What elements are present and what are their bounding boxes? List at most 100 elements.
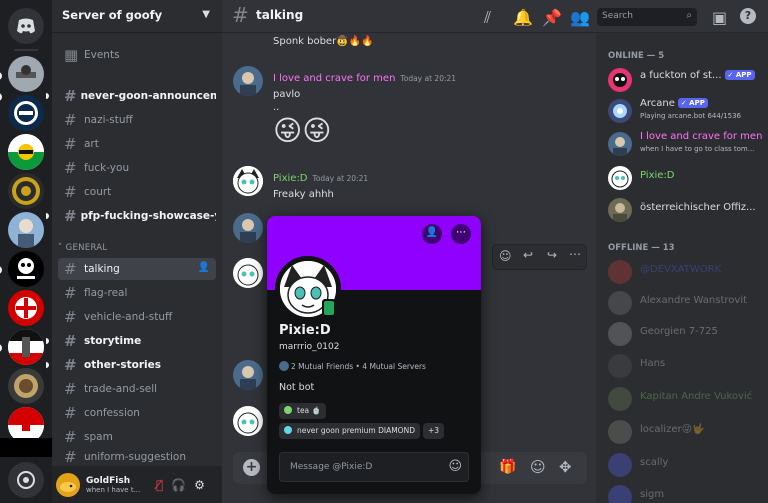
add-friend-icon[interactable]: 👤 [422, 224, 442, 244]
member-activity: Playing arcane.bot 644/1536 [640, 112, 741, 120]
sticker-icon[interactable]: ☺ [530, 458, 546, 476]
channel-trade-and-sell[interactable]: # trade-and-sell [58, 378, 216, 400]
hash-icon: # [64, 404, 77, 422]
server-icon-saxony[interactable] [8, 134, 44, 170]
channel-pfp-showcase[interactable]: #pfp-fucking-showcase-y... [58, 205, 216, 227]
pin-icon[interactable]: 📌 [542, 8, 562, 27]
server-icon-panzer[interactable] [8, 95, 44, 131]
user-info[interactable]: GoldFish when I have t... [86, 476, 148, 494]
member-item[interactable]: Georgien 7-725 [608, 320, 768, 348]
member-item[interactable]: localizer😜🤟 [608, 418, 768, 446]
gift-icon[interactable]: 🎁 [499, 459, 516, 475]
server-icon-emblem[interactable] [8, 173, 44, 209]
avatar[interactable] [233, 360, 263, 390]
channel-never-goon-announcements[interactable]: # never-goon-announcem... [58, 85, 216, 107]
member-item[interactable]: Pixie:D [608, 164, 768, 192]
profile-bio: Not bot [279, 382, 315, 393]
headphones-icon[interactable]: 🎧 [171, 478, 186, 492]
channel-label: talking [84, 263, 120, 275]
avatar[interactable] [233, 258, 263, 288]
member-item[interactable]: Kapitan Andre Vuković [608, 385, 768, 413]
add-reaction-icon[interactable]: ☺ [499, 249, 512, 263]
server-icon-skull[interactable] [8, 251, 44, 287]
member-item[interactable]: österreichischer Offiz... [608, 196, 768, 224]
help-icon[interactable]: ? [740, 8, 756, 24]
more-roles-button[interactable]: +3 [423, 423, 445, 439]
avatar[interactable] [56, 472, 80, 497]
popout-message-input[interactable]: Message @Pixie:D ☺ [279, 452, 469, 482]
channel-court[interactable]: # court [58, 181, 216, 203]
forward-icon[interactable]: ↪ [547, 248, 557, 262]
user-status: when I have t... [86, 485, 141, 494]
server-icon-figure[interactable] [8, 212, 44, 248]
avatar [608, 68, 632, 92]
add-member-icon[interactable]: 👤 [198, 262, 210, 273]
reply-icon[interactable]: ↩ [523, 248, 533, 262]
member-item[interactable]: I love and crave for men when I have to … [608, 130, 768, 158]
server-icon-circle[interactable] [8, 368, 44, 404]
avatar [608, 322, 632, 346]
discover-button[interactable] [8, 462, 44, 498]
home-button[interactable] [8, 8, 44, 44]
server-icon-cross[interactable] [8, 290, 44, 326]
member-item[interactable]: Hans [608, 352, 768, 380]
role-pill[interactable]: tea 🍵 [279, 403, 326, 419]
member-item[interactable]: scally [608, 451, 768, 479]
member-name: sigm [640, 489, 665, 500]
avatar[interactable] [233, 213, 263, 243]
search-input[interactable]: Search ⌕ [597, 8, 697, 26]
channel-art[interactable]: # art [58, 133, 216, 155]
role-pill[interactable]: never goon premium DIAMOND [279, 423, 420, 439]
member-item[interactable]: a fuckton of st... ✓ APP [608, 66, 768, 94]
hash-icon: # [232, 3, 249, 27]
server-header[interactable]: Server of goofy ▼ [52, 0, 222, 33]
member-item[interactable]: Alexandre Wanstrovit [608, 289, 768, 317]
member-name: Alexandre Wanstrovit [640, 295, 748, 306]
mutuals-link[interactable]: 2 Mutual Friends • 4 Mutual Servers [279, 361, 426, 371]
channel-vehicle-and-stuff[interactable]: # vehicle-and-stuff [58, 306, 216, 328]
threads-icon[interactable]: ⫽ [484, 8, 500, 27]
channel-other-stories[interactable]: # other-stories [58, 354, 216, 376]
category-header[interactable]: ˅ GENERAL [58, 243, 107, 253]
avatar[interactable] [233, 66, 263, 96]
apps-icon[interactable]: ✥ [559, 458, 572, 476]
inbox-icon[interactable]: ▣ [712, 8, 728, 27]
channel-storytime[interactable]: # storytime [58, 330, 216, 352]
channel-nazi-stuff[interactable]: # nazi-stuff [58, 109, 216, 131]
channel-uniform-suggestion[interactable]: # uniform-suggestion [58, 450, 216, 464]
avatar [608, 132, 632, 156]
avatar [608, 198, 632, 222]
mute-icon[interactable]: 🎙̸ [156, 478, 163, 492]
avatar [608, 387, 632, 411]
member-item[interactable]: sigm [608, 483, 768, 503]
channel-fuck-you[interactable]: # fuck-you [58, 157, 216, 179]
category-label: GENERAL [65, 243, 108, 253]
channel-talking[interactable]: # talking 👤 [58, 258, 216, 280]
avatar[interactable] [233, 166, 263, 196]
member-item[interactable]: Arcane ✓ APP Playing arcane.bot 644/1536 [608, 97, 768, 125]
channel-label: nazi-stuff [84, 114, 133, 126]
message-author[interactable]: I love and crave for men [273, 73, 395, 84]
channel-header: # talking ⫽ 🔔 📌 👥 Search ⌕ ▣ ? [222, 0, 768, 33]
server-icon-1[interactable] [8, 56, 44, 92]
events-link[interactable]: ▦ Events [58, 44, 216, 66]
channel-confession[interactable]: # confession [58, 402, 216, 424]
message-author[interactable]: Pixie:D [273, 173, 308, 184]
server-icon-flag[interactable] [8, 329, 44, 365]
bell-icon[interactable]: 🔔 [513, 8, 533, 27]
mutual-avatar [279, 361, 289, 371]
more-icon[interactable]: ⋯ [569, 247, 581, 261]
plus-icon[interactable]: + [243, 459, 260, 476]
more-options-icon[interactable]: ⋯ [451, 224, 471, 244]
member-item[interactable]: @DEVXATWORK [608, 258, 768, 286]
gear-icon[interactable]: ⚙ [194, 478, 205, 492]
channel-spam[interactable]: # spam [58, 426, 216, 448]
emoji-icon[interactable]: ☺ [448, 459, 462, 474]
channel-label: Events [84, 49, 120, 61]
channel-flag-real[interactable]: # flag-real [58, 282, 216, 304]
members-icon[interactable]: 👥 [570, 8, 590, 27]
role-color-dot [284, 406, 292, 414]
app-badge: ✓ APP [724, 70, 755, 80]
channel-label: never-goon-announcem... [80, 90, 216, 102]
avatar[interactable] [233, 406, 263, 436]
